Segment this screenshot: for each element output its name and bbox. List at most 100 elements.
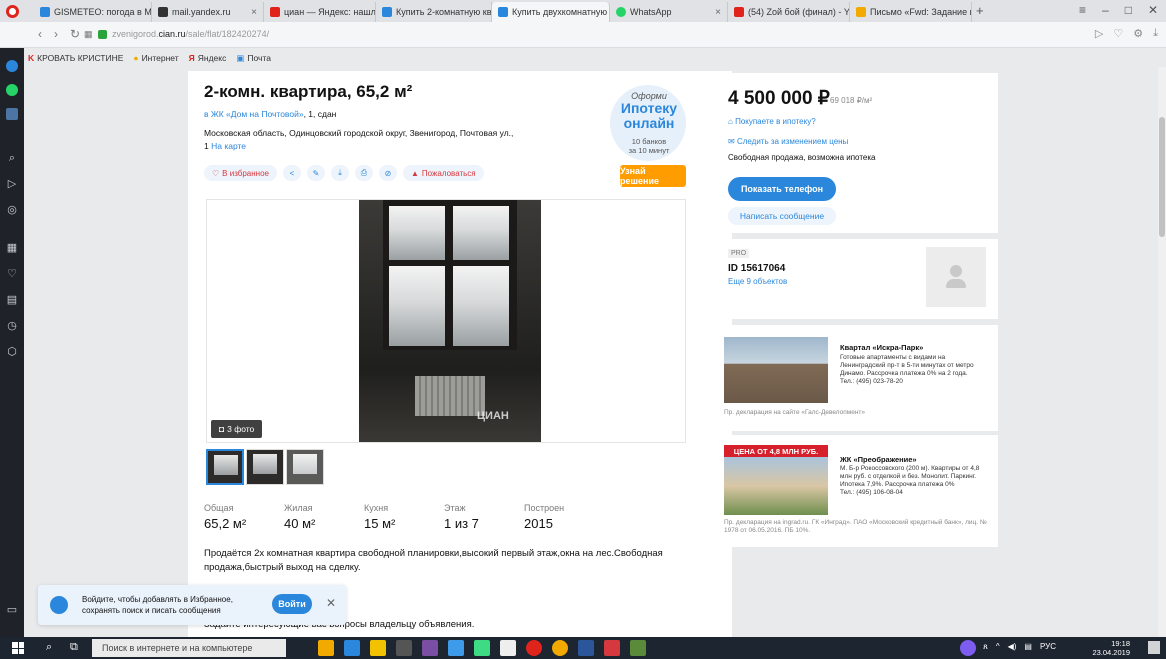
tray-app-icon[interactable]	[960, 640, 976, 656]
chrome-icon[interactable]	[552, 640, 568, 656]
clock[interactable]: 19:18 23.04.2019	[1092, 639, 1130, 657]
word-icon[interactable]	[578, 640, 594, 656]
play-icon[interactable]: ▷	[6, 178, 18, 190]
app-icon[interactable]	[448, 640, 464, 656]
close-window-icon[interactable]: ✕	[1148, 3, 1158, 17]
android-icon[interactable]	[474, 640, 490, 656]
mortgage-link[interactable]: ⌂ Покупаете в ипотеку?	[728, 117, 816, 126]
photos-icon[interactable]	[630, 640, 646, 656]
vpn-icon[interactable]: ▷	[1095, 27, 1103, 40]
explorer-icon[interactable]	[318, 640, 334, 656]
download-button[interactable]: ⤓	[331, 165, 349, 181]
calculator-icon[interactable]	[396, 640, 412, 656]
extensions-icon[interactable]: ⚙	[1133, 27, 1143, 40]
login-button[interactable]: Войти	[272, 594, 312, 614]
box-icon[interactable]: ⬡	[6, 346, 18, 358]
network-icon[interactable]: ▤	[1024, 642, 1032, 652]
new-tab-icon[interactable]: +	[976, 3, 984, 18]
param-value: 15 м²	[364, 516, 396, 531]
forward-icon[interactable]: ›	[54, 27, 58, 41]
scrollbar[interactable]	[1158, 67, 1166, 637]
maximize-icon[interactable]: □	[1125, 3, 1132, 17]
tab-label: Письмо «Fwd: Задание в	[870, 7, 972, 17]
minimize-icon[interactable]: –	[1102, 3, 1109, 17]
tab-mail-letter[interactable]: Письмо «Fwd: Задание в×	[850, 2, 972, 22]
messenger-icon[interactable]	[6, 60, 18, 72]
vk-icon[interactable]	[6, 108, 18, 120]
bookmark-item[interactable]: Я Яндекс	[189, 53, 227, 63]
grid-icon[interactable]: ▦	[6, 242, 18, 254]
close-icon[interactable]: ×	[251, 7, 257, 18]
report-button[interactable]: ▲ Пожаловаться	[403, 165, 484, 181]
ad-card-iskra-park[interactable]: Квартал «Искра-Парк» Готовые апартаменты…	[712, 325, 998, 431]
ad-footer: Пр. декларация на ingrad.ru. ГК «Инград»…	[724, 519, 987, 534]
whatsapp-icon[interactable]	[6, 84, 18, 96]
favorite-button[interactable]: ♡ В избранное	[204, 165, 277, 181]
mail-icon[interactable]	[500, 640, 516, 656]
avatar[interactable]	[926, 247, 986, 307]
map-link[interactable]: На карте	[211, 141, 246, 151]
tab-gismeteo[interactable]: GISMETEO: погода в Мос×	[34, 2, 152, 22]
mortgage-decision-button[interactable]: Узнай решение	[620, 165, 686, 187]
track-price-link[interactable]: ✉ Следить за изменением цены	[728, 137, 848, 146]
speed-dial-icon[interactable]: ▦	[84, 29, 93, 40]
scroll-thumb[interactable]	[1159, 117, 1165, 237]
tab-mail[interactable]: mail.yandex.ru ×	[152, 2, 264, 22]
sidebar-toggle-icon[interactable]: ▭	[6, 604, 18, 616]
close-icon[interactable]: ×	[715, 7, 721, 18]
viber-icon[interactable]	[422, 640, 438, 656]
tab-cian-1[interactable]: Купить 2-комнатную ква×	[376, 2, 492, 22]
heart-icon[interactable]: ♡	[1113, 27, 1123, 40]
heart-icon[interactable]: ♡	[6, 268, 18, 280]
opera-logo-icon[interactable]	[6, 5, 19, 18]
back-icon[interactable]: ‹	[38, 27, 42, 41]
thumbnail[interactable]	[286, 449, 324, 485]
opera-icon[interactable]	[526, 640, 542, 656]
search-icon[interactable]: ⌕	[46, 641, 52, 654]
sale-type: Свободная продажа, возможна ипотека	[728, 153, 876, 162]
url-field[interactable]: zvenigorod.cian.ru/sale/flat/182420274/	[112, 29, 269, 39]
bookmark-item[interactable]: ▣ Почта	[236, 53, 271, 64]
photo-count-badge[interactable]: ◘ 3 фото	[211, 420, 263, 438]
notifications-icon[interactable]	[1148, 641, 1160, 654]
tab-yandex-search[interactable]: циан — Яндекс: нашлось×	[264, 2, 376, 22]
agent-more-link[interactable]: Еще 9 объектов	[728, 277, 787, 286]
reload-icon[interactable]: ↻	[70, 27, 80, 41]
listing-photo[interactable]: ЦИАН	[359, 200, 541, 442]
share-button[interactable]: <	[283, 165, 301, 181]
hide-button[interactable]: ⊘	[379, 165, 397, 181]
write-message-button[interactable]: Написать сообщение	[728, 207, 836, 225]
yandex-browser-icon[interactable]	[604, 640, 620, 656]
language-indicator[interactable]: РУС	[1040, 642, 1056, 652]
task-view-icon[interactable]: ⧉	[70, 641, 78, 654]
chevron-up-icon[interactable]: ^	[996, 642, 1000, 652]
edit-button[interactable]: ✎	[307, 165, 325, 181]
bookmark-item[interactable]: ● Интернет	[133, 53, 178, 63]
volume-icon[interactable]: ◀)	[1008, 642, 1017, 652]
camera-icon[interactable]: ◎	[6, 204, 18, 216]
mortgage-promo[interactable]: Оформи Ипотеку онлайн 10 банков за 10 мину…	[606, 85, 692, 161]
people-icon[interactable]: ጸ	[983, 642, 988, 652]
close-icon[interactable]: ✕	[326, 596, 336, 610]
tab-whatsapp[interactable]: WhatsApp ×	[610, 2, 728, 22]
photo-gallery[interactable]: ЦИАН ◘ 3 фото	[206, 199, 686, 443]
print-button[interactable]: ⎙	[355, 165, 373, 181]
complex-link[interactable]: в ЖК «Дом на Почтовой»	[204, 109, 304, 119]
thumbnail[interactable]	[246, 449, 284, 485]
store-icon[interactable]	[370, 640, 386, 656]
thumbnail[interactable]	[206, 449, 244, 485]
agent-id[interactable]: ID 15617064	[728, 263, 785, 274]
download-icon[interactable]: ⤓	[1153, 27, 1158, 40]
tab-youtube[interactable]: (54) Zoй бой (финал) - Yo×	[728, 2, 850, 22]
history-icon[interactable]: ◷	[6, 320, 18, 332]
taskbar-search-input[interactable]: Поиск в интернете и на компьютере	[92, 639, 286, 657]
news-icon[interactable]: ▤	[6, 294, 18, 306]
windows-start-icon[interactable]	[12, 642, 24, 654]
tab-menu-icon[interactable]: ≡	[1079, 3, 1086, 17]
edge-icon[interactable]	[344, 640, 360, 656]
tab-cian-active[interactable]: Купить двухкомнатную к×	[492, 2, 610, 22]
bookmark-item[interactable]: K КРОВАТЬ КРИСТИНЕ	[28, 53, 123, 63]
ad-card-preobrazhenie[interactable]: ЦЕНА ОТ 4,8 МЛН РУБ. ЖК «Преображение» М…	[712, 435, 998, 547]
show-phone-button[interactable]: Показать телефон	[728, 177, 836, 201]
search-icon[interactable]: ⌕	[6, 152, 18, 164]
